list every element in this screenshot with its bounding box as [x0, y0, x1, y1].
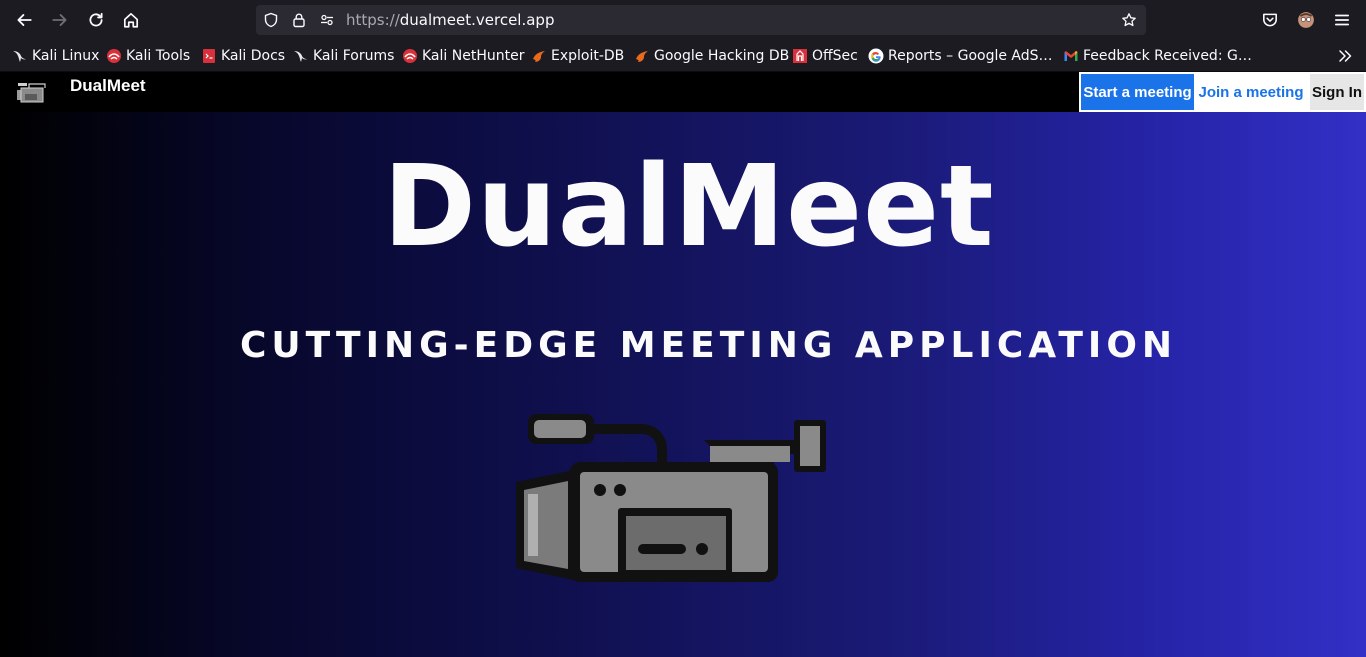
bookmark-google-hacking-db[interactable]: Google Hacking DB: [634, 45, 789, 67]
hamburger-menu-icon: [1334, 14, 1350, 26]
lock-icon[interactable]: [290, 11, 308, 29]
kali-tools-icon: [106, 48, 122, 64]
bookmark-label: OffSec: [812, 48, 858, 64]
brand-name[interactable]: DualMeet: [70, 76, 146, 96]
kali-dragon-icon: [293, 48, 309, 64]
bookmarks-bar: Kali Linux Kali Tools Kali Docs Kali For…: [0, 40, 1366, 72]
bookmark-kali-tools[interactable]: Kali Tools: [106, 45, 190, 67]
hero-banner: DualMeet CUTTING-EDGE MEETING APPLICATIO…: [0, 112, 1366, 657]
sign-in-button[interactable]: Sign In: [1310, 74, 1364, 110]
home-button[interactable]: [117, 6, 145, 34]
bookmark-kali-forums[interactable]: Kali Forums: [293, 45, 394, 67]
bookmark-label: Kali NetHunter: [422, 48, 525, 64]
back-button[interactable]: [10, 6, 38, 34]
avatar-icon: [1298, 12, 1314, 28]
forward-arrow-icon: [52, 14, 67, 26]
pocket-button[interactable]: [1256, 6, 1284, 34]
bookmark-kali-linux[interactable]: Kali Linux: [12, 45, 99, 67]
forward-button[interactable]: [46, 6, 74, 34]
browser-toolbar: https://dualmeet.vercel.app: [0, 0, 1366, 40]
url-scheme: https://: [346, 11, 400, 29]
bookmark-kali-nethunter[interactable]: Kali NetHunter: [402, 45, 524, 67]
start-meeting-button[interactable]: Start a meeting: [1081, 74, 1194, 110]
site-navbar: DualMeet Start a meeting Join a meeting …: [0, 72, 1366, 112]
bookmark-star-icon[interactable]: [1120, 11, 1138, 29]
exploit-db-icon: [531, 48, 547, 64]
url-host: dualmeet.vercel.app: [399, 11, 555, 29]
home-icon: [123, 12, 139, 28]
bookmark-label: Exploit-DB: [551, 48, 625, 64]
bookmark-label: Reports – Google AdS…: [888, 48, 1053, 64]
bookmark-label: Kali Linux: [32, 48, 100, 64]
exploit-db-icon: [634, 48, 650, 64]
bookmark-label: Feedback Received: G…: [1083, 48, 1252, 64]
google-icon: [868, 48, 884, 64]
account-button[interactable]: [1292, 6, 1320, 34]
reload-button[interactable]: [82, 6, 110, 34]
bookmark-label: Google Hacking DB: [654, 48, 790, 64]
hero-subtitle: CUTTING-EDGE MEETING APPLICATION: [240, 325, 1178, 366]
url-bar[interactable]: https://dualmeet.vercel.app: [256, 5, 1146, 35]
bookmark-label: Kali Forums: [313, 48, 395, 64]
shield-icon[interactable]: [262, 11, 280, 29]
bookmark-reports-google-ads[interactable]: Reports – Google AdS…: [868, 45, 1053, 67]
reload-icon: [89, 12, 103, 27]
kali-dragon-icon: [12, 48, 28, 64]
bookmark-feedback-received[interactable]: Feedback Received: G…: [1063, 45, 1252, 67]
bookmark-label: Kali Docs: [221, 48, 286, 64]
join-meeting-button[interactable]: Join a meeting: [1194, 74, 1308, 110]
page: DualMeet Start a meeting Join a meeting …: [0, 72, 1366, 657]
bookmark-exploit-db[interactable]: Exploit-DB: [531, 45, 624, 67]
permissions-icon[interactable]: [318, 11, 336, 29]
pocket-icon: [1263, 13, 1277, 27]
menu-button[interactable]: [1328, 6, 1356, 34]
hero-title: DualMeet: [383, 142, 995, 272]
chevron-double-right-icon: [1337, 48, 1353, 64]
bookmark-offsec[interactable]: OffSec: [792, 45, 858, 67]
offsec-icon: [792, 48, 808, 64]
bookmark-label: Kali Tools: [126, 48, 191, 64]
bookmarks-overflow-button[interactable]: [1337, 45, 1357, 67]
url-text[interactable]: https://dualmeet.vercel.app: [346, 11, 554, 29]
kali-nethunter-icon: [402, 48, 418, 64]
gmail-icon: [1063, 48, 1079, 64]
bookmark-kali-docs[interactable]: Kali Docs: [201, 45, 285, 67]
camera-logo-icon[interactable]: [15, 80, 51, 104]
kali-docs-icon: [201, 48, 217, 64]
nav-button-group: Start a meeting Join a meeting Sign In: [1079, 72, 1366, 112]
video-camera-icon: [516, 414, 826, 582]
back-arrow-icon: [17, 14, 32, 26]
